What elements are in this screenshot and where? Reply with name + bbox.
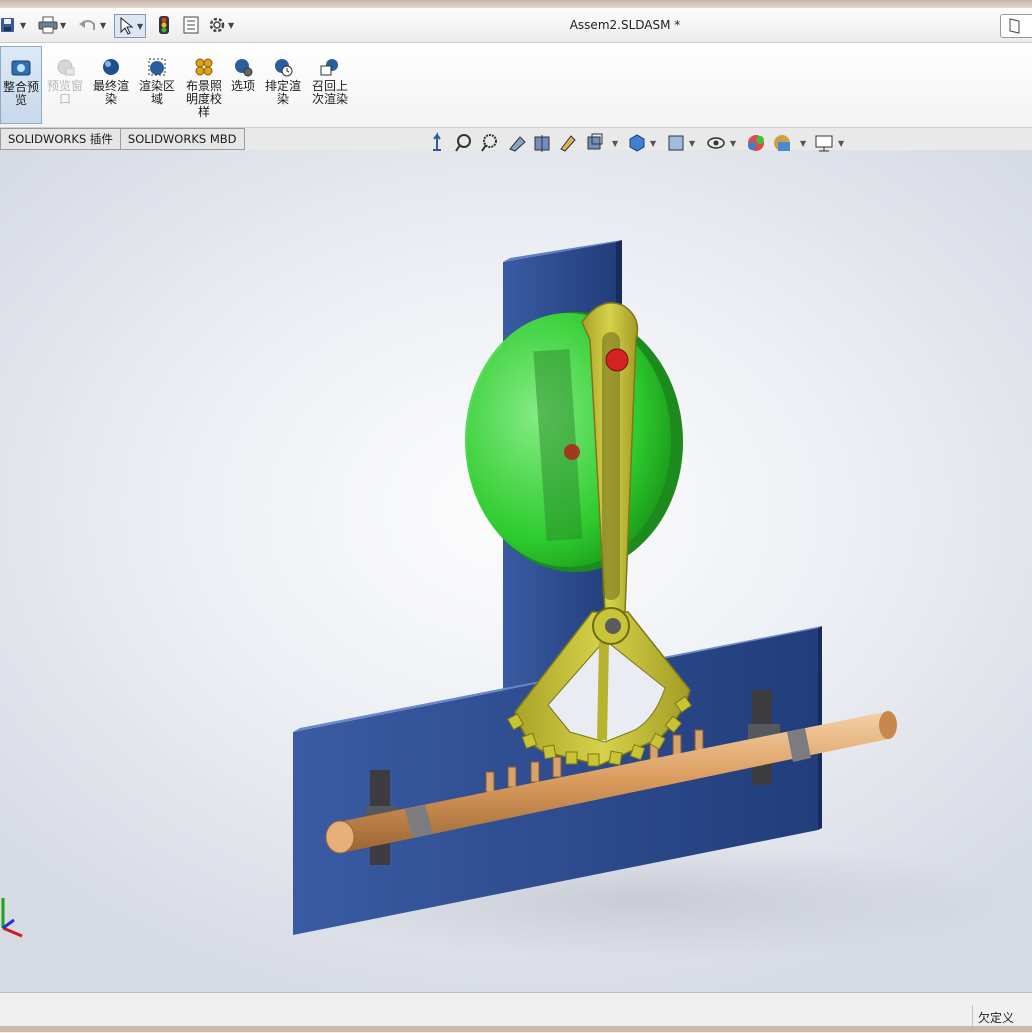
green-disc (465, 312, 683, 572)
final-render-button[interactable]: 最终渲 染 (90, 46, 132, 122)
chevron-down-icon[interactable]: ▼ (20, 21, 26, 30)
svg-text:▼: ▼ (612, 139, 619, 148)
ribbon-label: 预览窗 口 (46, 79, 83, 106)
ribbon-label: 选项 (230, 79, 255, 93)
chevron-down-icon[interactable]: ▼ (228, 21, 234, 30)
ribbon-label: 召回上 次渲染 (311, 79, 348, 106)
preview-window-button[interactable]: 预览窗 口 (44, 46, 86, 122)
red-pin (564, 444, 580, 460)
ribbon-label: 布景照 明度校 样 (185, 79, 222, 119)
apply-scene-icon[interactable]: ▼ (774, 135, 807, 151)
recall-last-render-icon (320, 59, 338, 76)
file-properties-button[interactable] (182, 14, 200, 36)
window-bottom-border (0, 1026, 1032, 1032)
assembly-model (1, 240, 1000, 960)
graphics-area[interactable] (0, 150, 1032, 992)
file-properties-icon (183, 16, 199, 34)
svg-text:▼: ▼ (838, 139, 845, 148)
save-icon (1, 18, 14, 32)
scene-illumination-proof-icon (195, 58, 213, 76)
ribbon-label: 渲染区 域 (138, 79, 175, 106)
tab-solidworks-addins[interactable]: SOLIDWORKS 插件 (0, 128, 121, 150)
chevron-down-icon[interactable]: ▼ (60, 21, 66, 30)
ribbon-label: 排定渲 染 (264, 79, 301, 106)
options-icon (235, 59, 253, 77)
red-pin (605, 348, 629, 372)
search-box[interactable] (1000, 14, 1032, 38)
select-button[interactable]: ▼ (114, 14, 147, 38)
chevron-down-icon[interactable]: ▼ (100, 21, 106, 30)
options-button[interactable]: ▼ (208, 14, 234, 36)
zoom-to-fit-icon[interactable] (455, 134, 471, 152)
integrated-preview-icon (11, 60, 31, 76)
eye-icon[interactable]: ▼ (707, 137, 737, 149)
svg-text:▼: ▼ (689, 139, 696, 148)
document-title: Assem2.SLDASM * (569, 18, 681, 32)
render-region-button[interactable]: 渲染区 域 (136, 46, 178, 122)
status-divider (972, 1005, 973, 1027)
ribbon-label: 整合预 览 (2, 80, 39, 107)
heads-up-view-toolbar: ▼ ▼ ▼ ▼ ▼ ▼ (428, 132, 848, 154)
recall-last-render-button[interactable]: 召回上 次渲染 (308, 46, 352, 122)
view-orientation-icon[interactable] (433, 132, 441, 151)
traffic-light-icon (159, 16, 169, 34)
gear-icon (209, 17, 225, 33)
display-style-icon[interactable]: ▼ (587, 133, 619, 150)
svg-text:▼: ▼ (800, 139, 807, 148)
hide-show-items-icon[interactable]: ▼ (668, 135, 696, 151)
help-book-icon (1009, 18, 1020, 34)
svg-text:▼: ▼ (650, 139, 657, 148)
undo-button[interactable]: ▼ (78, 14, 106, 36)
printer-icon (38, 16, 58, 34)
status-definition-text: 欠定义 (977, 1011, 1014, 1025)
final-render-icon (103, 59, 119, 75)
preview-window-icon (57, 59, 75, 76)
tab-solidworks-mbd[interactable]: SOLIDWORKS MBD (119, 128, 245, 150)
coordinate-triad (1, 898, 23, 938)
rebuild-button[interactable] (158, 14, 170, 36)
view-settings-icon[interactable]: ▼ (815, 135, 845, 152)
cursor-arrow-icon (120, 17, 134, 35)
render-region-icon (148, 58, 166, 76)
chevron-down-icon[interactable]: ▼ (137, 22, 143, 31)
ribbon-label: 最终渲 染 (92, 79, 129, 106)
integrated-preview-button[interactable]: 整合预 览 (0, 46, 42, 124)
dynamic-annotation-view-icon[interactable] (560, 135, 576, 152)
options-render-button[interactable]: 选项 (228, 46, 258, 122)
section-view-icon[interactable] (534, 135, 550, 152)
scene-illumination-proof-button[interactable]: 布景照 明度校 样 (182, 46, 226, 122)
ribbon: 整合预 览 预览窗 口 最终渲 染 渲染区 域 布景照 明度校 样 选项 排定渲… (0, 43, 1032, 128)
undo-icon (79, 20, 95, 30)
save-button[interactable]: ▼ (0, 14, 26, 36)
print-button[interactable]: ▼ (38, 14, 66, 36)
title-bar: ▼ ▼ ▼ ▼ ▼ Assem2.SLDASM * (0, 8, 1032, 43)
schedule-render-icon (275, 59, 293, 77)
zoom-to-area-icon[interactable] (481, 134, 497, 152)
edit-appearance-icon[interactable] (748, 135, 764, 151)
view-cube-icon[interactable]: ▼ (629, 134, 657, 152)
command-manager-tabs: SOLIDWORKS 插件 SOLIDWORKS MBD (0, 128, 245, 150)
schedule-render-button[interactable]: 排定渲 染 (262, 46, 304, 122)
window-top-border (0, 0, 1032, 8)
previous-view-icon[interactable] (509, 136, 526, 152)
svg-text:▼: ▼ (730, 139, 737, 148)
